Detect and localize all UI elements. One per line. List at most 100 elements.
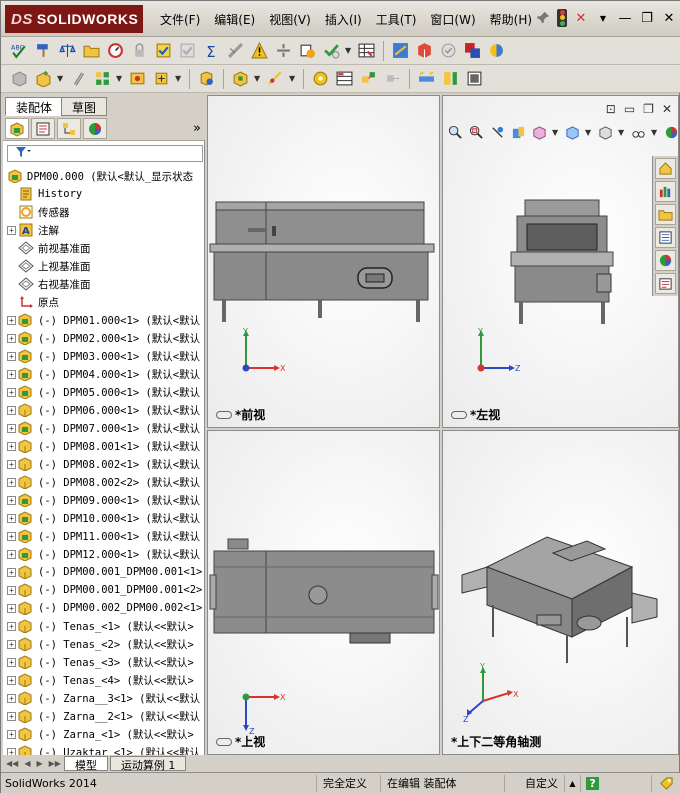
rebuild-traffic-light-icon[interactable] <box>557 9 567 27</box>
expand-toggle[interactable]: + <box>7 711 16 721</box>
copy-settings-icon[interactable] <box>297 40 318 61</box>
new-part-icon[interactable] <box>33 68 54 89</box>
expand-toggle[interactable]: + <box>7 459 16 469</box>
viewport-front[interactable]: Y X *前视 <box>207 95 440 428</box>
configuration-manager-icon[interactable] <box>57 118 81 139</box>
chevron-down-icon[interactable]: ▼ <box>552 128 560 137</box>
chevron-up-icon[interactable]: ▲ <box>564 774 580 792</box>
tab-assembly[interactable]: 装配体 <box>5 97 64 116</box>
spell-check-icon[interactable]: ABC <box>9 40 30 61</box>
tree-item[interactable]: + (-) DPM00.002_DPM00.002<1> <box>3 599 205 617</box>
chevron-down-icon[interactable]: ▼ <box>651 128 659 137</box>
check-dropdown-icon[interactable] <box>321 40 342 61</box>
display-manager-icon[interactable] <box>83 118 107 139</box>
tree-item[interactable]: + (-) Zarna__2<1> (默认<<默认 <box>3 707 205 725</box>
viewport-left[interactable]: ⊡ ▭ ❐ ✕ ▼ ▼ ▼ ▼ Y Z *左视 <box>442 95 679 428</box>
tree-item[interactable]: + (-) DPM08.002<2> (默认<默认 <box>3 473 205 491</box>
help-icon[interactable]: ? <box>580 774 604 792</box>
chevron-down-icon[interactable]: ▼ <box>254 74 262 83</box>
hole-wizard-icon[interactable] <box>390 40 411 61</box>
expand-toggle[interactable]: + <box>7 405 16 415</box>
chevron-down-icon[interactable]: ▼ <box>618 128 626 137</box>
hide-show-items-icon[interactable] <box>630 124 647 141</box>
chevron-down-icon[interactable]: ▼ <box>585 128 593 137</box>
previous-view-icon[interactable] <box>489 124 506 141</box>
tree-filter[interactable] <box>7 145 203 162</box>
expand-toggle[interactable]: + <box>7 351 16 361</box>
expand-toggle[interactable]: + <box>7 225 16 235</box>
tree-item[interactable]: + (-) DPM07.000<1> (默认<默认 <box>3 419 205 437</box>
split-icon[interactable] <box>273 40 294 61</box>
expand-toggle[interactable]: + <box>7 747 16 755</box>
undo-dropdown-icon[interactable]: ✕ <box>573 10 589 26</box>
clearance-icon[interactable] <box>440 68 461 89</box>
pallet-icon[interactable] <box>414 40 435 61</box>
tree-item[interactable]: 传感器 <box>3 203 205 221</box>
tree-item[interactable]: + (-) Zarna_<1> (默认<<默认> <box>3 725 205 743</box>
menu-tools[interactable]: 工具(T) <box>369 11 424 28</box>
status-units[interactable]: 自定义 <box>504 774 564 792</box>
chevron-down-icon[interactable]: ▼ <box>595 10 611 26</box>
tab-scroll-prev-icon[interactable]: ◀ <box>24 759 30 768</box>
tree-item[interactable]: + (-) DPM12.000<1> (默认<默认 <box>3 545 205 563</box>
minimize-icon[interactable]: — <box>617 10 633 26</box>
smart-fasteners-icon[interactable] <box>127 68 148 89</box>
instant3d-icon[interactable] <box>464 68 485 89</box>
tree-item[interactable]: + (-) DPM03.000<1> (默认<默认 <box>3 347 205 365</box>
tree-item[interactable]: + (-) DPM08.001<1> (默认<默认 <box>3 437 205 455</box>
layers-icon[interactable] <box>462 40 483 61</box>
chevron-down-icon[interactable]: ▼ <box>345 46 353 55</box>
move-component-icon[interactable] <box>151 68 172 89</box>
checkbox-icon[interactable] <box>153 40 174 61</box>
expand-toggle[interactable]: + <box>7 333 16 343</box>
expand-toggle[interactable]: + <box>7 549 16 559</box>
tree-item[interactable]: + (-) DPM01.000<1> (默认<默认 <box>3 311 205 329</box>
tab-scroll-last-icon[interactable]: ▶▶ <box>49 759 61 768</box>
tree-item[interactable]: + A 注解 <box>3 221 205 239</box>
circle-check-icon[interactable] <box>438 40 459 61</box>
solidworks-logo[interactable]: DS SOLIDWORKS <box>5 5 143 33</box>
show-hidden-icon[interactable] <box>196 68 217 89</box>
tab-scroll-next-icon[interactable]: ▶ <box>36 759 42 768</box>
expand-toggle[interactable]: + <box>7 657 16 667</box>
chevron-down-icon[interactable]: ▼ <box>289 74 297 83</box>
chevron-down-icon[interactable]: ▼ <box>175 74 183 83</box>
appearance-icon[interactable] <box>486 40 507 61</box>
chevron-down-icon[interactable]: ▼ <box>57 74 65 83</box>
warning-icon[interactable] <box>249 40 270 61</box>
expand-toggle[interactable]: + <box>7 567 16 577</box>
gauge-icon[interactable] <box>105 40 126 61</box>
close-icon[interactable]: ✕ <box>662 102 672 116</box>
exploded-view-icon[interactable] <box>358 68 379 89</box>
tile-icon[interactable]: ⊡ <box>606 102 616 116</box>
expand-toggle[interactable]: + <box>7 423 16 433</box>
tree-item[interactable]: + (-) Uzaktar <1> (默认<<默认 <box>3 743 205 755</box>
tree-item[interactable]: + (-) Tenas_<4> (默认<<默认> <box>3 671 205 689</box>
restore-icon[interactable]: ❐ <box>639 10 655 26</box>
tree-item[interactable]: 上视基准面 <box>3 257 205 275</box>
viewport-top[interactable]: X Z *上视 <box>207 430 440 755</box>
chevron-down-icon[interactable]: ▼ <box>116 74 124 83</box>
tree-item[interactable]: + (-) DPM04.000<1> (默认<默认 <box>3 365 205 383</box>
menu-file[interactable]: 文件(F) <box>153 11 207 28</box>
tree-item[interactable]: + (-) Zarna__3<1> (默认<<默认 <box>3 689 205 707</box>
expand-toggle[interactable]: + <box>7 495 16 505</box>
menu-edit[interactable]: 编辑(E) <box>207 11 262 28</box>
tree-item[interactable]: History <box>3 185 205 203</box>
view-orientation-icon[interactable] <box>564 124 581 141</box>
expand-toggle[interactable]: + <box>7 531 16 541</box>
expand-toggle[interactable]: + <box>7 585 16 595</box>
design-library-icon[interactable] <box>655 181 676 202</box>
measure-icon[interactable] <box>225 40 246 61</box>
explode-line-icon[interactable] <box>382 68 403 89</box>
tree-item[interactable]: 前视基准面 <box>3 239 205 257</box>
tree-item[interactable]: + (-) Tenas_<2> (默认<<默认> <box>3 635 205 653</box>
expand-toggle[interactable]: + <box>7 315 16 325</box>
link-views-icon[interactable] <box>451 410 467 419</box>
dynamic-annotation-icon[interactable] <box>531 124 548 141</box>
property-manager-icon[interactable] <box>31 118 55 139</box>
file-explorer-icon[interactable] <box>655 204 676 225</box>
tree-item[interactable]: + (-) DPM09.000<1> (默认<默认 <box>3 491 205 509</box>
expand-toggle[interactable]: + <box>7 621 16 631</box>
table-icon[interactable] <box>356 40 377 61</box>
